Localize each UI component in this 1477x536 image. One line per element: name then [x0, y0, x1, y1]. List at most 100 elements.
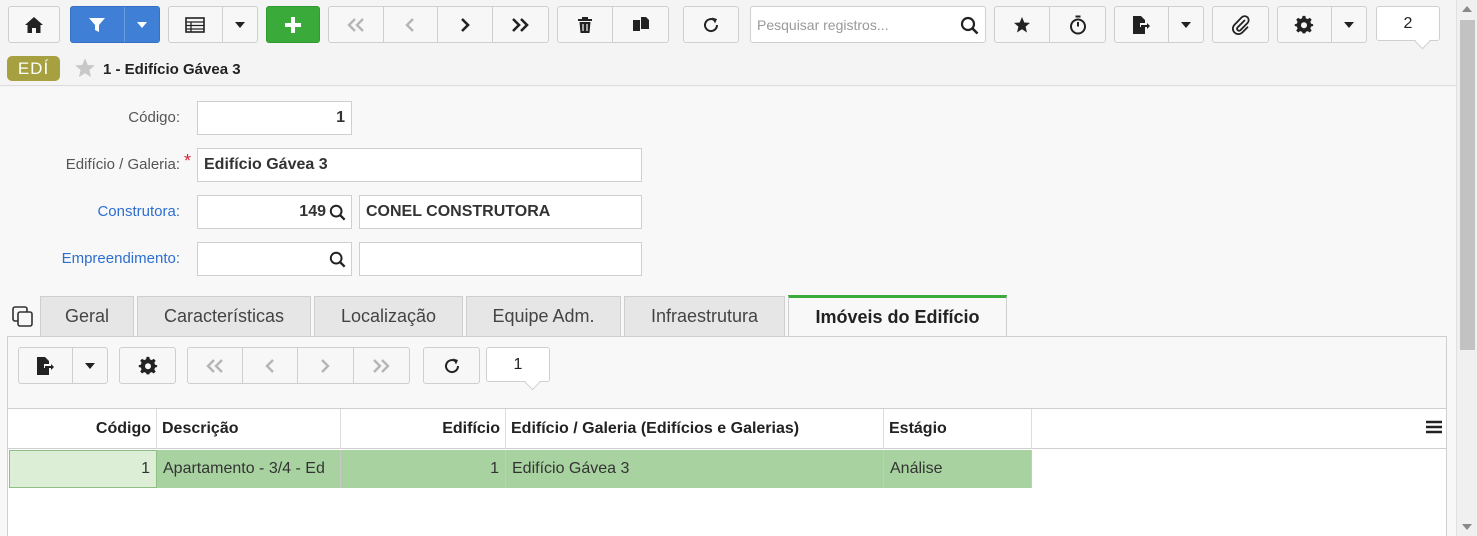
- add-record-button[interactable]: [266, 6, 320, 43]
- settings-dropdown-button[interactable]: [1332, 7, 1366, 42]
- refresh-button[interactable]: [683, 6, 739, 43]
- tab-imoveis-do-edificio[interactable]: Imóveis do Edifício: [788, 295, 1007, 337]
- filter-button-group: [70, 6, 160, 43]
- empreendimento-code-field[interactable]: [197, 242, 352, 276]
- construtora-code-field[interactable]: 149: [197, 195, 352, 229]
- scroll-up-arrow[interactable]: [1462, 6, 1472, 12]
- next-record-button[interactable]: [438, 7, 493, 42]
- sub-settings-button[interactable]: [119, 347, 176, 384]
- timer-button[interactable]: [1050, 7, 1105, 42]
- required-marker: *: [184, 151, 192, 171]
- construtora-code: 149: [299, 203, 326, 220]
- home-button[interactable]: [8, 6, 60, 43]
- empreendimento-name-field: [359, 242, 642, 276]
- page-number[interactable]: 2: [1376, 6, 1440, 41]
- table-icon: [185, 16, 206, 33]
- sub-refresh-button[interactable]: [423, 347, 480, 384]
- chevron-left-icon: [405, 17, 415, 32]
- column-header-edificio[interactable]: Edifício: [341, 409, 506, 449]
- copy-icon: [632, 16, 649, 31]
- filter-button[interactable]: [71, 7, 125, 42]
- column-menu-icon[interactable]: [1425, 419, 1443, 435]
- file-export-icon: [1133, 15, 1151, 34]
- table-cell-descricao[interactable]: Apartamento - 3/4 - Ed: [157, 450, 341, 488]
- first-record-button[interactable]: [329, 7, 384, 42]
- column-header-edificio-galeria[interactable]: Edifício / Galeria (Edifícios e Galerias…: [506, 409, 884, 449]
- table-cell-estagio[interactable]: Análise: [884, 450, 1032, 488]
- table-cell-edificio-galeria[interactable]: Edifício Gávea 3: [506, 450, 884, 488]
- delete-record-button[interactable]: [558, 7, 614, 42]
- home-icon: [25, 16, 43, 33]
- tab-equipe-adm[interactable]: Equipe Adm.: [466, 296, 621, 336]
- record-title: 1 - Edifício Gávea 3: [103, 61, 241, 78]
- sub-page-number[interactable]: 1: [486, 347, 550, 382]
- table-view-button[interactable]: [169, 7, 223, 42]
- caret-down-icon: [1343, 21, 1354, 28]
- tab-geral[interactable]: Geral: [40, 296, 134, 336]
- sub-export-button-group: [18, 347, 108, 384]
- export-button-group: [1114, 6, 1204, 43]
- export-button[interactable]: [1115, 7, 1169, 42]
- caret-down-icon: [136, 21, 147, 28]
- sub-export-button[interactable]: [19, 348, 73, 383]
- gear-icon: [138, 356, 157, 374]
- codigo-value: 1: [336, 109, 345, 126]
- export-dropdown-button[interactable]: [1169, 7, 1203, 42]
- construtora-name: CONEL CONSTRUTORA: [366, 203, 551, 220]
- search-input[interactable]: [751, 7, 956, 42]
- plus-icon: [285, 16, 301, 33]
- search-box: [750, 6, 986, 43]
- record-header: EDÍ 1 - Edifício Gávea 3: [0, 52, 1456, 86]
- tab-caracteristicas[interactable]: Características: [137, 296, 311, 336]
- column-header-estagio[interactable]: Estágio: [884, 409, 1032, 449]
- double-chevron-left-icon: [206, 358, 223, 373]
- module-badge: EDÍ: [7, 56, 60, 81]
- edificio-field[interactable]: Edifício Gávea 3: [197, 148, 642, 182]
- sub-previous-button[interactable]: [243, 348, 299, 383]
- stopwatch-icon: [1069, 15, 1086, 34]
- main-toolbar: 2: [0, 0, 1456, 50]
- vertical-scrollbar[interactable]: [1456, 0, 1477, 536]
- table-cell-codigo[interactable]: 1: [9, 450, 157, 488]
- filter-dropdown-button[interactable]: [125, 7, 159, 42]
- previous-record-button[interactable]: [384, 7, 438, 42]
- view-dropdown-button[interactable]: [223, 7, 257, 42]
- sub-export-dropdown-button[interactable]: [73, 348, 107, 383]
- favorite-button[interactable]: [995, 7, 1051, 42]
- construtora-name-field: CONEL CONSTRUTORA: [359, 195, 642, 229]
- double-chevron-left-icon: [347, 17, 364, 32]
- sub-last-button[interactable]: [354, 348, 409, 383]
- construtora-search-icon[interactable]: [329, 204, 346, 221]
- table-cell-edificio[interactable]: 1: [341, 450, 506, 488]
- favorites-group: [994, 6, 1106, 43]
- chevron-left-icon: [265, 358, 274, 373]
- empreendimento-label[interactable]: Empreendimento:: [0, 250, 180, 267]
- double-chevron-right-icon: [512, 17, 530, 32]
- sub-first-button[interactable]: [188, 348, 243, 383]
- copy-record-button[interactable]: [613, 7, 668, 42]
- refresh-icon: [444, 358, 459, 373]
- construtora-label[interactable]: Construtora:: [0, 203, 180, 220]
- scroll-down-arrow[interactable]: [1462, 524, 1472, 530]
- duplicate-window-icon[interactable]: [12, 306, 34, 328]
- favorite-star-icon[interactable]: [74, 57, 96, 79]
- star-icon: [1014, 16, 1030, 32]
- attachments-button[interactable]: [1212, 6, 1269, 43]
- last-record-button[interactable]: [493, 7, 548, 42]
- tab-panel-imoveis: 1 Código Descrição Edifício Edifício / G…: [7, 336, 1447, 536]
- sub-next-button[interactable]: [298, 348, 354, 383]
- chevron-right-icon: [321, 358, 330, 373]
- filter-icon: [89, 17, 106, 32]
- search-icon[interactable]: [960, 16, 979, 35]
- codigo-field[interactable]: 1: [197, 101, 352, 135]
- scroll-thumb[interactable]: [1460, 20, 1475, 350]
- gear-icon: [1295, 15, 1314, 33]
- empreendimento-search-icon[interactable]: [329, 251, 346, 268]
- settings-button[interactable]: [1278, 7, 1332, 42]
- tab-infraestrutura[interactable]: Infraestrutura: [624, 296, 785, 336]
- tab-localizacao[interactable]: Localização: [314, 296, 463, 336]
- column-header-descricao[interactable]: Descrição: [157, 409, 341, 449]
- view-button-group: [168, 6, 258, 43]
- record-navigation-group: [328, 6, 549, 43]
- column-header-codigo[interactable]: Código: [8, 409, 157, 449]
